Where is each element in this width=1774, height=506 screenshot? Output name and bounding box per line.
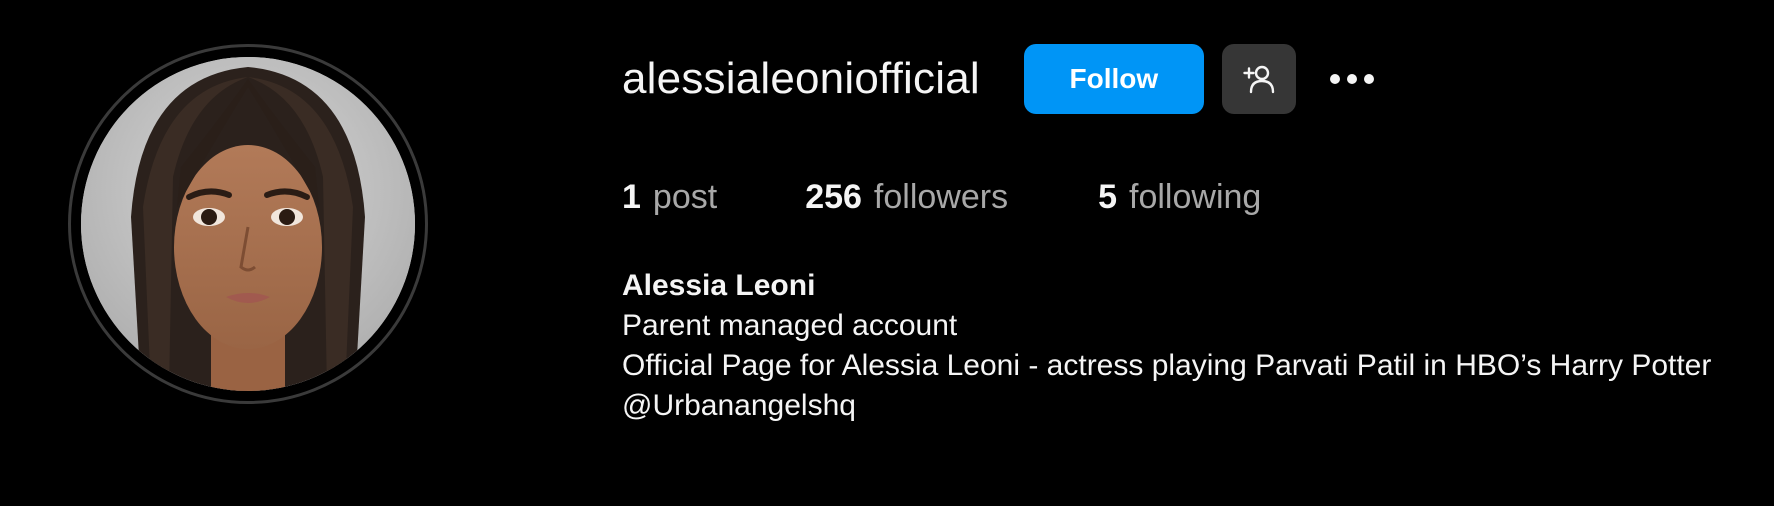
following-stat[interactable]: 5 following: [1098, 178, 1261, 217]
posts-count: 1: [622, 178, 641, 216]
following-label: following: [1129, 178, 1262, 216]
profile-stats: 1 post 256 followers 5 following: [622, 178, 1261, 217]
bio-line: Official Page for Alessia Leoni - actres…: [622, 349, 1712, 382]
full-name: Alessia Leoni: [622, 269, 816, 302]
suggested-accounts-button[interactable]: [1221, 44, 1296, 114]
follow-button[interactable]: Follow: [1023, 44, 1204, 114]
followers-stat[interactable]: 256 followers: [805, 178, 1008, 217]
profile-header: alessialeoniofficial Follow: [622, 44, 1380, 114]
profile-bio: Alessia Leoni Parent managed account Off…: [622, 266, 1711, 426]
followers-label: followers: [873, 178, 1009, 216]
avatar-ring[interactable]: [68, 44, 428, 404]
profile-photo: [81, 57, 415, 391]
avatar[interactable]: [81, 57, 415, 391]
more-options-button[interactable]: [1324, 54, 1380, 104]
posts-label: post: [652, 178, 718, 216]
following-count: 5: [1098, 178, 1118, 216]
bio-mention-link[interactable]: @Urbanangelshq: [622, 386, 1711, 426]
username: alessialeoniofficial: [622, 54, 980, 103]
bio-line: Parent managed account: [622, 309, 958, 342]
more-dots-icon: [1329, 74, 1374, 84]
add-person-icon: [1243, 65, 1275, 94]
followers-count: 256: [805, 178, 862, 216]
posts-stat: 1 post: [622, 178, 717, 217]
